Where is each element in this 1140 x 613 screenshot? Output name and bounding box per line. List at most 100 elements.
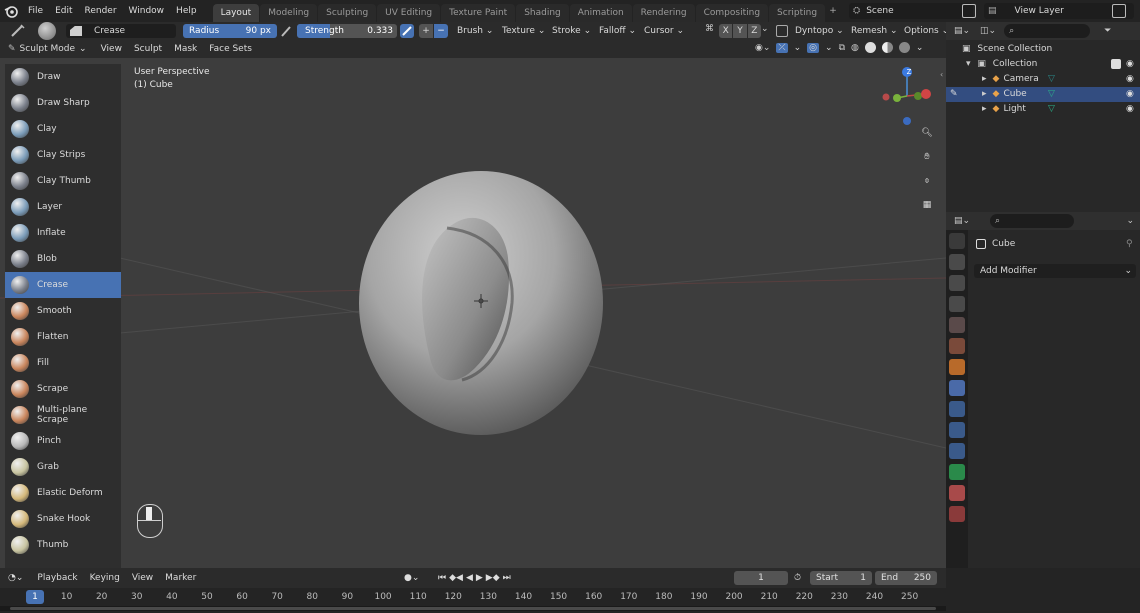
outliner-search[interactable]: ⌕ [1004, 24, 1091, 38]
expand-arrow-icon[interactable]: ▸ [982, 74, 987, 84]
xray-toggle-icon[interactable]: ⧉ [839, 43, 845, 53]
brush-menu[interactable]: Brush ⌄ [457, 24, 493, 38]
eye-icon[interactable]: ◉ [1126, 57, 1134, 72]
symmetry-x-button[interactable]: X [719, 24, 733, 38]
rendered-shading-icon[interactable] [898, 42, 910, 53]
zoom-icon[interactable]: 🔍︎ [919, 128, 935, 144]
wireframe-shading-icon[interactable]: ◍ [851, 43, 859, 53]
play-reverse-icon[interactable]: ◀ [466, 573, 473, 583]
sculpt-tool-icon[interactable] [10, 24, 26, 38]
blender-logo-icon[interactable] [0, 0, 22, 22]
radius-pressure-icon[interactable] [280, 24, 293, 38]
data-tab-icon[interactable] [949, 464, 965, 480]
editor-type-icon[interactable]: ▤⌄ [954, 216, 970, 226]
tab-layout[interactable]: Layout [212, 4, 260, 22]
timeline-scrollbar[interactable] [0, 606, 946, 611]
mode-menu-face-sets[interactable]: Face Sets [203, 38, 258, 60]
current-frame-field[interactable]: 1 [734, 571, 788, 585]
tool-clay-thumb[interactable]: Clay Thumb [5, 168, 121, 194]
pan-hand-icon[interactable]: ✋︎ [919, 152, 935, 168]
strength-pressure-icon[interactable] [400, 24, 414, 38]
symmetry-y-button[interactable]: Y [733, 24, 747, 38]
mode-menu-sculpt[interactable]: Sculpt [128, 38, 168, 60]
output-tab-icon[interactable] [949, 275, 965, 291]
stroke-menu[interactable]: Stroke ⌄ [552, 24, 591, 38]
tool-thumb[interactable]: Thumb [5, 532, 121, 558]
tool-crease[interactable]: Crease [5, 272, 121, 298]
mode-menu-mask[interactable]: Mask [168, 38, 203, 60]
tool-blob[interactable]: Blob [5, 246, 121, 272]
tool-clay-strips[interactable]: Clay Strips [5, 142, 121, 168]
chevron-down-icon[interactable]: ⌄ [916, 43, 924, 53]
eye-icon[interactable]: ◉ [1126, 102, 1134, 117]
end-frame-field[interactable]: End 250 [875, 571, 937, 585]
timeline-menu-view[interactable]: View [126, 568, 159, 588]
timeline-menu-keying[interactable]: Keying [84, 568, 126, 588]
particles-tab-icon[interactable] [949, 401, 965, 417]
scene-tab-icon[interactable] [949, 317, 965, 333]
chevron-left-icon[interactable]: ‹ [940, 70, 943, 79]
radius-slider[interactable]: Radius 90 px [183, 24, 277, 38]
properties-search[interactable]: ⌕ [990, 214, 1075, 228]
brush-name-field[interactable]: Crease [66, 24, 176, 38]
play-icon[interactable]: ▶ [476, 573, 483, 583]
jump-start-icon[interactable]: ⏮ [438, 573, 446, 583]
tool-scrape[interactable]: Scrape [5, 376, 121, 402]
modifier-tab-icon[interactable] [949, 380, 965, 396]
tool-grab[interactable]: Grab [5, 454, 121, 480]
outliner-item-camera[interactable]: ▸ ◆ Camera ▽ ◉ [946, 72, 1140, 87]
display-mode-icon[interactable]: ◫⌄ [980, 26, 996, 36]
menu-render[interactable]: Render [79, 0, 123, 22]
tool-fill[interactable]: Fill [5, 350, 121, 376]
tool-draw-sharp[interactable]: Draw Sharp [5, 90, 121, 116]
brush-preview-icon[interactable] [38, 22, 56, 40]
chevron-down-icon[interactable]: ⌄ [1126, 216, 1134, 226]
world-tab-icon[interactable] [949, 338, 965, 354]
new-scene-icon[interactable] [962, 4, 976, 18]
strength-slider[interactable]: Strength 0.333 [297, 24, 397, 38]
tab-sculpting[interactable]: Sculpting [318, 4, 377, 22]
chevron-down-icon[interactable]: ⌄ [761, 24, 769, 34]
expand-arrow-icon[interactable]: ▾ [966, 59, 971, 69]
tool-smooth[interactable]: Smooth [5, 298, 121, 324]
view-layer-tab-icon[interactable] [949, 296, 965, 312]
timeline-ruler[interactable]: 1 10 20 30 40 50 60 70 80 90 100 110 120 130 140 150 160… [0, 588, 946, 613]
chevron-down-icon[interactable]: ⌄ [794, 43, 802, 53]
options-menu[interactable]: Options ⌄ [904, 24, 949, 38]
outliner-collection[interactable]: ▾ ▣ Collection ◉ [946, 57, 1140, 72]
tool-tab-icon[interactable] [949, 233, 965, 249]
eye-icon[interactable]: ◉ [1126, 87, 1134, 102]
tab-scripting[interactable]: Scripting [769, 4, 826, 22]
tab-animation[interactable]: Animation [569, 4, 632, 22]
tool-elastic-deform[interactable]: Elastic Deform [5, 480, 121, 506]
start-frame-field[interactable]: Start 1 [810, 571, 872, 585]
cursor-menu[interactable]: Cursor ⌄ [644, 24, 684, 38]
editor-type-icon[interactable]: ◔⌄ [8, 573, 23, 583]
constraints-tab-icon[interactable] [949, 443, 965, 459]
subtract-direction-button[interactable]: − [434, 24, 448, 38]
record-icon[interactable]: ●⌄ [404, 573, 419, 583]
tab-shading[interactable]: Shading [516, 4, 569, 22]
expand-arrow-icon[interactable]: ▸ [982, 104, 987, 114]
outliner-scene-collection[interactable]: ▣ Scene Collection [946, 42, 1140, 57]
tool-pinch[interactable]: Pinch [5, 428, 121, 454]
tool-draw[interactable]: Draw [5, 64, 121, 90]
dyntopo-checkbox[interactable] [776, 25, 788, 37]
tab-modeling[interactable]: Modeling [260, 4, 318, 22]
material-shading-icon[interactable] [881, 42, 893, 53]
scene-selector[interactable]: ⛭ Scene [849, 3, 973, 19]
add-workspace-button[interactable]: + [826, 2, 840, 20]
visibility-icon[interactable]: ◉⌄ [755, 43, 770, 53]
timeline-menu-marker[interactable]: Marker [159, 568, 202, 588]
object-tab-icon[interactable] [949, 359, 965, 375]
tab-texture-paint[interactable]: Texture Paint [441, 4, 516, 22]
overlay-toggle-icon[interactable]: ◎ [807, 42, 820, 53]
new-view-layer-icon[interactable] [1112, 4, 1126, 18]
menu-edit[interactable]: Edit [49, 0, 78, 22]
ortho-grid-icon[interactable]: ▦ [919, 200, 935, 216]
next-keyframe-icon[interactable]: ▶◆ [486, 573, 500, 583]
tool-clay[interactable]: Clay [5, 116, 121, 142]
chevron-down-icon[interactable]: ⌄ [825, 43, 833, 53]
add-direction-button[interactable]: + [419, 24, 433, 38]
editor-type-icon[interactable]: ▤⌄ [954, 26, 970, 36]
